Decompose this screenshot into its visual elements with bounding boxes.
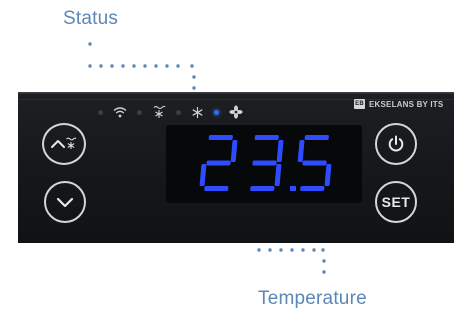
up-defrost-button[interactable] — [42, 123, 86, 165]
brand-name: EKSELANS BY ITS — [369, 99, 444, 109]
set-button-label: SET — [381, 194, 411, 210]
status-indicator-row — [98, 103, 253, 121]
temperature-display — [166, 125, 362, 203]
led-dot-icon — [214, 109, 219, 115]
brand-label: EB EKSELANS BY ITS — [354, 99, 443, 109]
defrost-icon — [152, 105, 166, 119]
decimal-point — [290, 186, 296, 191]
led-dot-icon — [98, 109, 103, 115]
led-dot-icon — [176, 109, 181, 115]
thermostat-illustration: Status Temperature EB EKSELANS BY ITS SE… — [0, 0, 454, 310]
up-defrost-icon — [51, 137, 77, 149]
temperature-readout — [199, 135, 332, 191]
power-button[interactable] — [375, 123, 417, 165]
wifi-icon — [113, 106, 127, 118]
power-icon — [388, 135, 404, 152]
set-button[interactable]: SET — [375, 181, 417, 223]
controller-panel: EB EKSELANS BY ITS SET — [18, 92, 454, 243]
display-digit — [250, 135, 284, 191]
display-digit — [199, 135, 238, 191]
snowflake-icon — [191, 106, 204, 119]
fan-icon — [229, 105, 243, 119]
brand-logo: EB — [354, 99, 365, 109]
led-dot-icon — [137, 109, 142, 115]
display-digit — [297, 135, 332, 191]
down-button[interactable] — [44, 181, 86, 223]
chevron-down-icon — [56, 197, 74, 208]
